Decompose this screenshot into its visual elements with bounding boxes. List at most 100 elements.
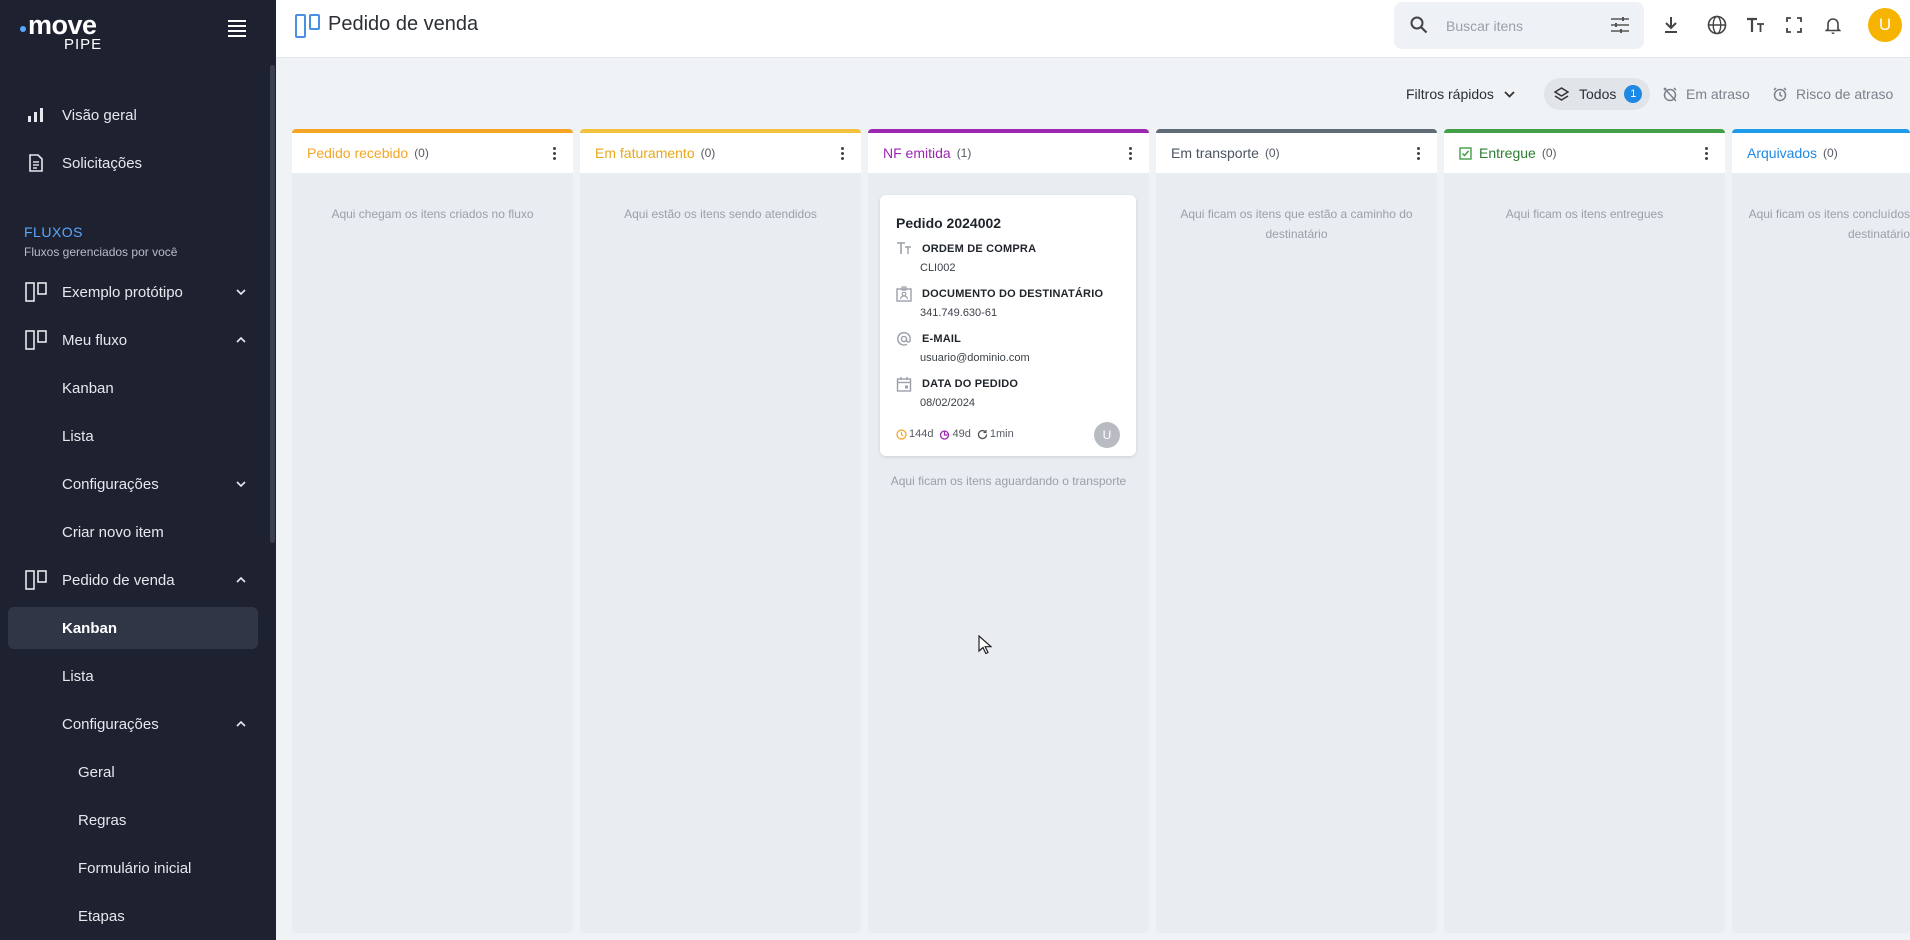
column-title: Arquivados [1747,145,1818,161]
more-vertical-icon[interactable] [837,145,847,161]
quick-filters-dropdown[interactable]: Filtros rápidos [1406,82,1515,106]
column-header[interactable]: Em faturamento (0) [580,129,861,173]
layers-icon [1554,86,1569,102]
sidebar-sub-etapas[interactable]: Etapas [8,895,258,937]
field-value: 08/02/2024 [920,397,976,409]
more-vertical-icon[interactable] [1413,145,1423,161]
download-icon[interactable] [1660,14,1682,36]
filter-risk-chip[interactable]: Risco de atraso [1772,82,1893,106]
kanban-board-icon [24,568,48,592]
quick-filters-label: Filtros rápidos [1406,86,1494,102]
search-icon [1410,16,1428,39]
kanban-board-icon [24,328,48,352]
field-label: DOCUMENTO DO DESTINATÁRIO [922,288,1104,300]
sidebar-sub-formulario-inicial[interactable]: Formulário inicial [8,847,258,889]
hamburger-menu-icon[interactable] [228,20,246,37]
column-header[interactable]: Arquivados (0) [1732,129,1910,173]
id-card-icon [896,286,912,302]
page-title: Pedido de venda [328,13,479,35]
kanban-board-icon [24,280,48,304]
column-count: (0) [414,146,429,160]
checkbox-checked-icon [1459,146,1472,160]
chevron-down-icon[interactable] [234,285,248,299]
sidebar-item-visao-geral[interactable]: Visão geral [8,94,258,136]
bell-icon[interactable] [1822,14,1844,36]
calendar-icon [896,376,912,392]
column-empty-text: Aqui chegam os itens criados no fluxo [331,207,534,221]
sidebar-flow-exemplo-prototipo[interactable]: Exemplo protótipo [8,271,258,313]
filter-all-count-badge: 1 [1624,85,1643,103]
column-empty-text: Aqui ficam os itens entregues [1505,207,1664,221]
kanban-column-pedido-recebido: Pedido recebido (0) Aqui chegam os itens… [292,129,573,933]
sidebar-item-label: Etapas [78,907,125,925]
chevron-up-icon[interactable] [234,717,248,731]
kanban-column-nf-emitida: NF emitida (1) Pedido 2024002 ORDEM DE C… [868,129,1149,933]
card-assignee-avatar[interactable]: U [1094,422,1120,448]
filter-settings-icon[interactable] [1610,16,1630,39]
field-value: CLI002 [920,262,956,274]
column-count: (0) [1823,146,1838,160]
field-label: E-MAIL [922,333,962,345]
more-vertical-icon[interactable] [1125,145,1135,161]
sidebar-item-label: Criar novo item [62,523,164,541]
logo-sub: PIPE [64,36,103,53]
chevron-up-icon[interactable] [234,573,248,587]
sidebar-sub-kanban-active[interactable]: Kanban [8,607,258,649]
column-count: (0) [1264,146,1280,160]
sidebar-sub-criar-novo-item[interactable]: Criar novo item [8,511,258,553]
sidebar-sub-lista[interactable]: Lista [8,655,258,697]
logo[interactable]: move PIPE [20,10,130,53]
chevron-down-icon[interactable] [234,477,248,491]
globe-icon[interactable] [1706,14,1728,36]
kanban-column-entregue: Entregue (0) Aqui ficam os itens entregu… [1444,129,1725,933]
meta-total-value: 144d [909,428,934,440]
text-icon [896,241,912,257]
more-vertical-icon[interactable] [1701,145,1711,161]
kanban-card[interactable]: Pedido 2024002 ORDEM DE COMPRA CLI002 DO… [880,195,1136,456]
sidebar-item-label: Meu fluxo [62,331,128,349]
filter-all-chip[interactable]: Todos 1 [1544,78,1651,110]
text-size-icon[interactable] [1744,14,1766,36]
sidebar-item-label: Geral [78,763,115,781]
column-header[interactable]: Entregue (0) [1444,129,1725,173]
search-input[interactable] [1446,14,1596,38]
sidebar-sub-configuracoes[interactable]: Configurações [8,703,258,745]
topbar: Pedido de venda U [276,0,1910,58]
card-title: Pedido 2024002 [896,215,1002,231]
sidebar-sub-regras[interactable]: Regras [8,799,258,841]
refresh-icon [977,429,987,439]
sidebar-item-label: Visão geral [62,106,137,124]
column-title: Entregue [1479,145,1536,161]
sidebar-sub-configuracoes[interactable]: Configurações [8,463,258,505]
column-empty-text: Aqui ficam os itens aguardando o transpo… [890,474,1127,488]
column-header[interactable]: Pedido recebido (0) [292,129,573,173]
logo-dot [20,26,26,32]
sidebar-scrollbar[interactable] [270,65,275,543]
meta-last-value: 1min [989,428,1014,440]
sidebar-item-label: Formulário inicial [78,859,192,877]
more-vertical-icon[interactable] [549,145,559,161]
column-header[interactable]: NF emitida (1) [868,129,1149,173]
kanban-board-icon [294,13,322,39]
clock-icon [896,428,907,440]
sidebar-item-label: Solicitações [62,154,143,172]
sidebar-sub-lista[interactable]: Lista [8,415,258,457]
column-empty-text: Aqui ficam os itens concluídos destinatá… [1748,207,1910,241]
sidebar-sub-geral[interactable]: Geral [8,751,258,793]
sidebar-flow-meu-fluxo[interactable]: Meu fluxo [8,319,258,361]
user-avatar[interactable]: U [1868,8,1902,42]
chevron-up-icon[interactable] [234,333,248,347]
sidebar-sub-kanban[interactable]: Kanban [8,367,258,409]
column-header[interactable]: Em transporte (0) [1156,129,1437,173]
column-title: Pedido recebido [307,145,409,161]
column-count: (0) [1541,146,1557,160]
sidebar-item-solicitacoes[interactable]: Solicitações [8,142,258,184]
filter-late-chip[interactable]: Em atraso [1662,82,1750,106]
sidebar-flow-pedido-de-venda[interactable]: Pedido de venda [8,559,258,601]
sidebar-item-label: Kanban [62,619,118,637]
field-value: 341.749.630-61 [920,307,998,319]
card-meta: 144d 49d 1min [896,428,1014,440]
fullscreen-icon[interactable] [1783,14,1805,36]
field-value: usuario@dominio.com [920,352,1030,364]
column-empty-text: Aqui estão os itens sendo atendidos [624,207,817,221]
